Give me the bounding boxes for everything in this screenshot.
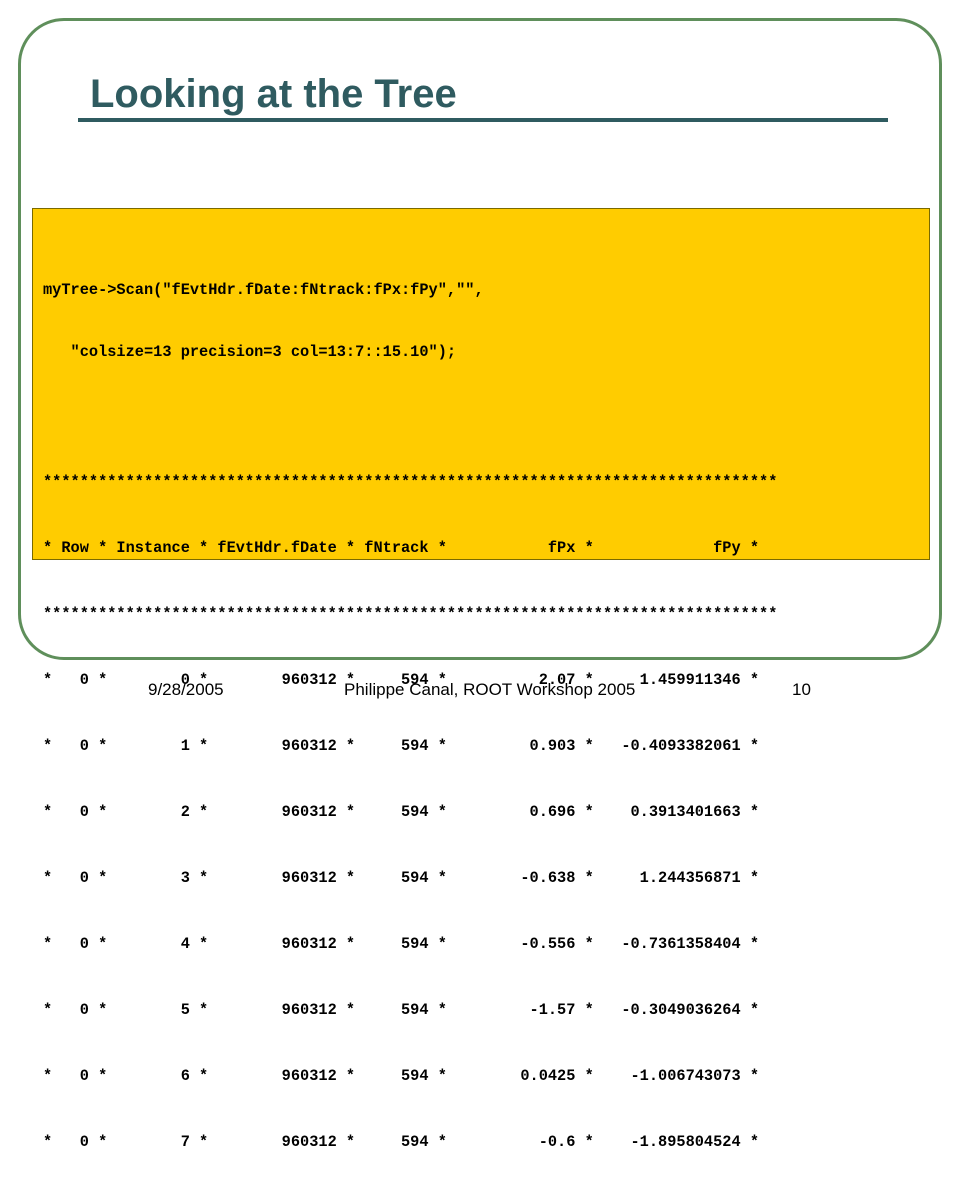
table-header-row: * Row * Instance * fEvtHdr.fDate * fNtra… [43,539,760,557]
table-separator-top: ****************************************… [43,473,778,491]
table-row: * 0 * 1 * 960312 * 594 * 0.903 * -0.4093… [43,737,760,755]
table-row: * 0 * 5 * 960312 * 594 * -1.57 * -0.3049… [43,1001,760,1019]
table-row: * 0 * 4 * 960312 * 594 * -0.556 * -0.736… [43,935,760,953]
table-row: * 0 * 7 * 960312 * 594 * -0.6 * -1.89580… [43,1133,760,1151]
code-text: myTree->Scan("fEvtHdr.fDate:fNtrack:fPx:… [43,235,777,1197]
title-underline [78,118,888,122]
slide-title: Looking at the Tree [90,72,457,116]
table-row: * 0 * 3 * 960312 * 594 * -0.638 * 1.2443… [43,869,760,887]
footer-date: 9/28/2005 [148,680,224,699]
table-row: * 0 * 6 * 960312 * 594 * 0.0425 * -1.006… [43,1067,760,1085]
code-command-line-1: myTree->Scan("fEvtHdr.fDate:fNtrack:fPx:… [43,281,484,299]
table-separator-header: ****************************************… [43,605,778,623]
table-row: * 0 * 2 * 960312 * 594 * 0.696 * 0.39134… [43,803,760,821]
code-block: myTree->Scan("fEvtHdr.fDate:fNtrack:fPx:… [32,208,930,1151]
footer-author-event: Philippe Canal, ROOT Workshop 2005 [344,680,636,699]
code-command-line-2: "colsize=13 precision=3 col=13:7::15.10"… [43,343,457,361]
footer-page-number: 10 [792,680,811,699]
